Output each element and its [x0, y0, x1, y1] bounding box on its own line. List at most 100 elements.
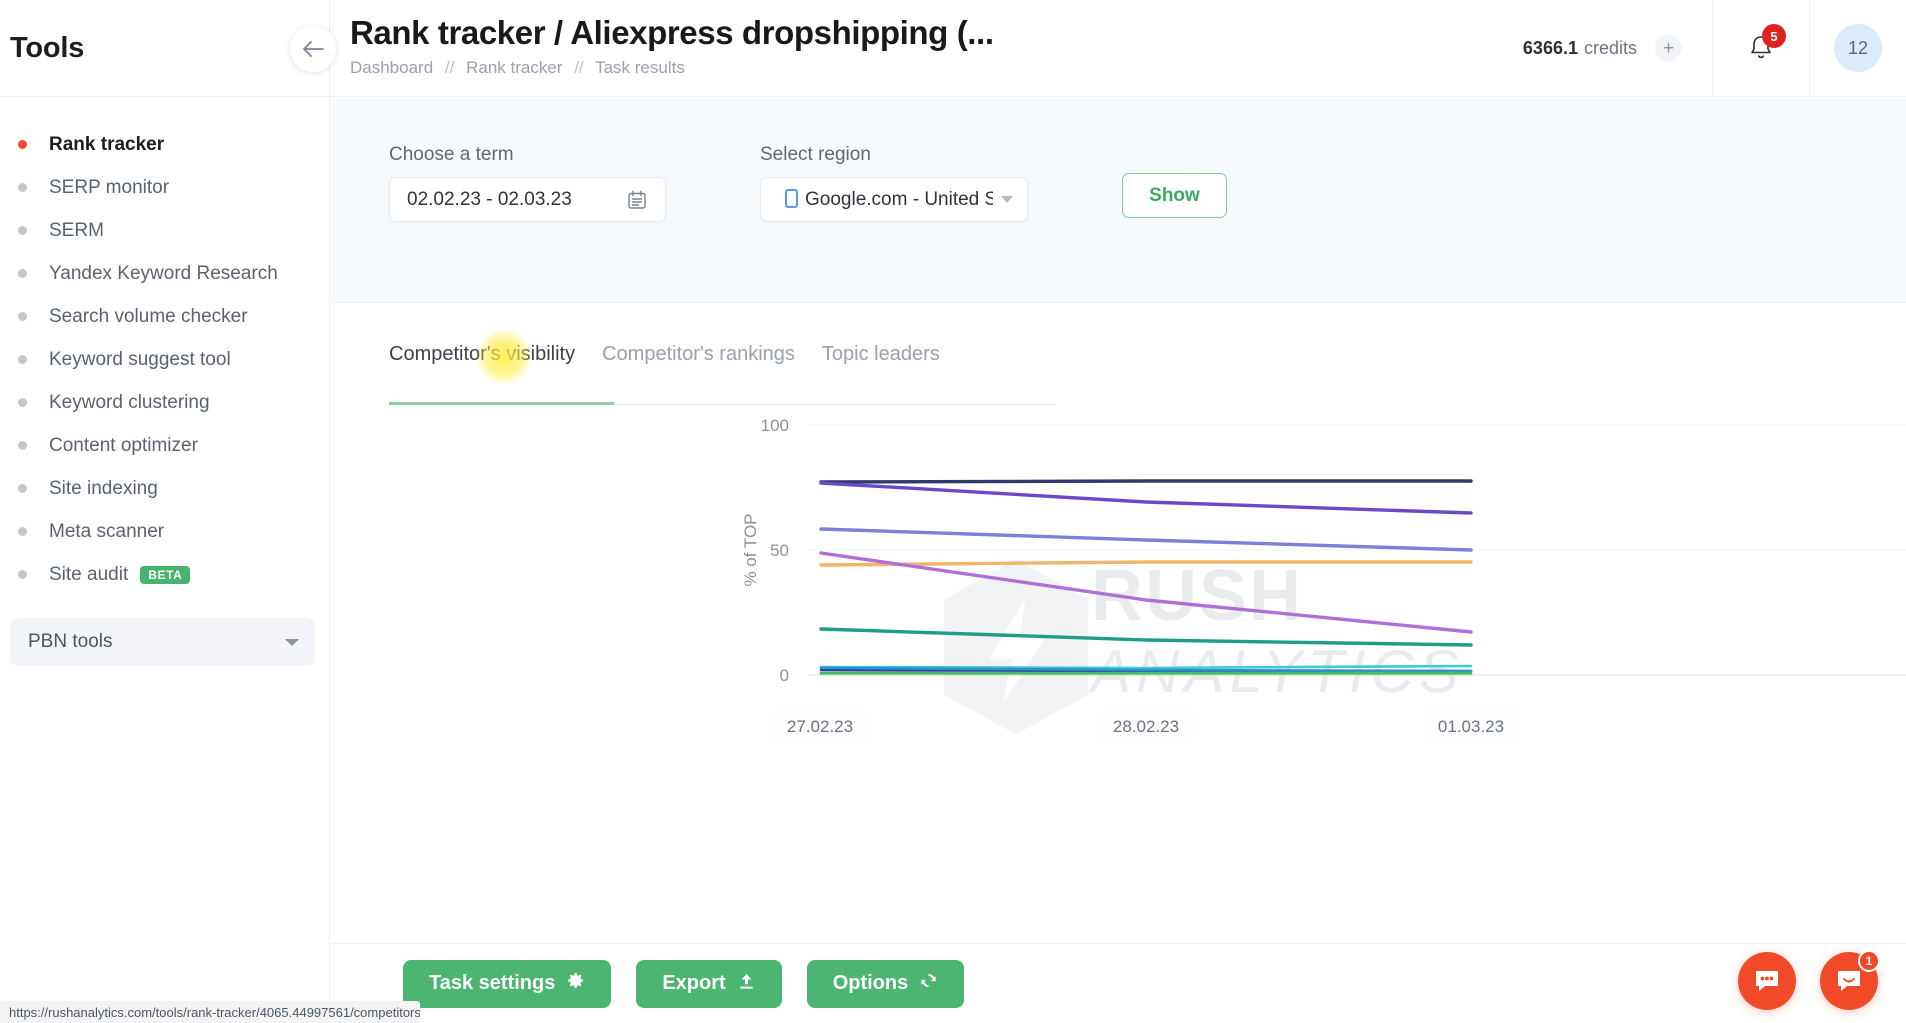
- sidebar-item-label: Site audit: [49, 563, 129, 585]
- breadcrumb-separator: //: [574, 58, 584, 77]
- tab-competitors-rankings[interactable]: Competitor's rankings: [602, 343, 795, 388]
- region-select[interactable]: Google.com - United S...: [760, 177, 1028, 222]
- show-button[interactable]: Show: [1122, 173, 1227, 218]
- options-label: Options: [832, 972, 909, 994]
- chat-button[interactable]: [1738, 952, 1796, 1010]
- sidebar-nav: Rank tracker SERP monitor SERM Yandex Ke…: [0, 97, 329, 596]
- sidebar-item-keyword-clustering[interactable]: Keyword clustering: [0, 381, 329, 424]
- bell-icon: 5: [1748, 24, 1786, 62]
- messenger-badge: 1: [1858, 950, 1880, 972]
- series-shopify-com: [819, 481, 1473, 515]
- back-button[interactable]: [290, 26, 336, 72]
- bullet-icon: [18, 570, 27, 579]
- sidebar-title: Tools: [10, 31, 85, 64]
- gear-icon: [566, 971, 585, 996]
- tab-competitors-visibility[interactable]: Competitor's visibility: [389, 343, 575, 388]
- messenger-button[interactable]: 1: [1820, 950, 1880, 1010]
- chart-xaxis: 27.02.23 28.02.23 01.03.23 02.03.23: [771, 709, 1520, 743]
- term-label: Choose a term: [389, 144, 514, 165]
- sidebar: Tools Rank tracker SERP monitor SERM Yan…: [0, 0, 330, 1023]
- breadcrumb: Dashboard // Rank tracker // Task result…: [350, 58, 1503, 78]
- sidebar-item-label: Keyword suggest tool: [49, 348, 231, 370]
- term-field-group: Choose a term 02.02.23 - 02.03.23: [389, 144, 666, 222]
- sidebar-item-keyword-suggest-tool[interactable]: Keyword suggest tool: [0, 338, 329, 381]
- upload-icon: [737, 971, 756, 996]
- visibility-chart: RUSH ANALYTICS 100 50 0 % of TOP 27.02.2…: [331, 417, 1906, 917]
- export-button[interactable]: Export: [636, 959, 782, 1008]
- chart-series-lines: [819, 479, 1473, 676]
- series-mywifequitherjob-com: [819, 627, 1473, 647]
- series-alitools-io: [819, 479, 1473, 484]
- chevron-down-icon: [1001, 196, 1013, 203]
- svg-text:50: 50: [770, 541, 789, 560]
- calendar-icon: [627, 190, 647, 210]
- credits-block: 6366.1 credits +: [1503, 0, 1712, 96]
- chat-dots-icon: [1756, 971, 1778, 991]
- filters-bar: Choose a term 02.02.23 - 02.03.23 Select…: [331, 98, 1906, 303]
- sidebar-item-yandex-keyword-research[interactable]: Yandex Keyword Research: [0, 252, 329, 295]
- sidebar-item-serm[interactable]: SERM: [0, 209, 329, 252]
- sidebar-item-rank-tracker[interactable]: Rank tracker: [0, 123, 329, 166]
- avatar[interactable]: 12: [1834, 24, 1882, 72]
- sidebar-item-pbn-tools[interactable]: PBN tools: [10, 618, 315, 666]
- credits-value: 6366.1: [1522, 37, 1578, 58]
- sidebar-item-site-audit[interactable]: Site audit BETA: [0, 553, 329, 596]
- bullet-icon: [18, 355, 27, 364]
- breadcrumb-dashboard[interactable]: Dashboard: [350, 58, 433, 77]
- tab-topic-leaders[interactable]: Topic leaders: [822, 343, 940, 388]
- beta-badge: BETA: [140, 565, 191, 584]
- sidebar-item-label: Yandex Keyword Research: [49, 262, 278, 284]
- chart-yaxis-left: 100 50 0: [761, 417, 789, 685]
- footer-actions: Task settings Export Options: [331, 943, 1906, 1023]
- sidebar-item-label: SERM: [49, 219, 104, 241]
- breadcrumb-separator: //: [444, 58, 455, 77]
- bullet-icon: [18, 226, 27, 235]
- sidebar-item-label: SERP monitor: [49, 176, 170, 198]
- region-value-wrap: Google.com - United S...: [785, 188, 993, 211]
- bullet-icon: [18, 527, 27, 536]
- mobile-icon: [785, 188, 798, 208]
- task-settings-button[interactable]: Task settings: [403, 959, 612, 1008]
- breadcrumb-rank-tracker[interactable]: Rank tracker: [466, 58, 562, 77]
- notifications-button[interactable]: 5: [1712, 0, 1810, 96]
- avatar-block: 12: [1810, 0, 1906, 96]
- bullet-icon: [18, 183, 27, 192]
- sidebar-item-meta-scanner[interactable]: Meta scanner: [0, 510, 329, 553]
- sidebar-item-content-optimizer[interactable]: Content optimizer: [0, 424, 329, 467]
- series-autods-com: [819, 560, 1473, 567]
- sidebar-item-label: Content optimizer: [49, 434, 198, 456]
- app-root: Tools Rank tracker SERP monitor SERM Yan…: [0, 0, 1906, 1023]
- messenger-icon: [1838, 971, 1860, 991]
- active-tab-underline: [389, 402, 614, 405]
- series-salehoo-com: [819, 527, 1473, 552]
- credits-label: credits: [1583, 37, 1637, 58]
- sidebar-item-label: Meta scanner: [49, 520, 165, 542]
- sidebar-item-label: Search volume checker: [49, 305, 248, 327]
- region-label: Select region: [760, 144, 871, 165]
- sidebar-item-label: Rank tracker: [49, 133, 165, 155]
- sidebar-item-label: Keyword clustering: [49, 391, 210, 413]
- options-button[interactable]: Options: [806, 959, 965, 1008]
- sidebar-header: Tools: [0, 0, 329, 97]
- main-content: Choose a term 02.02.23 - 02.03.23 Select…: [331, 98, 1906, 943]
- sidebar-item-serp-monitor[interactable]: SERP monitor: [0, 166, 329, 209]
- chart-plot-area: 100 50 0 100 50 0 % of TOP: [741, 417, 1906, 743]
- bullet-icon: [18, 398, 27, 407]
- chevron-down-icon: [285, 638, 299, 646]
- breadcrumb-task-results[interactable]: Task results: [595, 58, 685, 77]
- tabs-bar: Competitor's visibility Competitor's ran…: [389, 329, 1057, 405]
- chart-gridlines: [808, 424, 1906, 676]
- sidebar-item-label: Site indexing: [49, 477, 158, 499]
- bullet-icon: [18, 484, 27, 493]
- bullet-icon: [18, 312, 27, 321]
- bullet-icon: [18, 140, 27, 149]
- svg-text:100: 100: [761, 417, 789, 435]
- region-field-group: Select region Google.com - United S...: [760, 144, 1028, 222]
- sidebar-item-site-indexing[interactable]: Site indexing: [0, 467, 329, 510]
- notification-badge: 5: [1762, 24, 1786, 48]
- date-range-input[interactable]: 02.02.23 - 02.03.23: [389, 177, 666, 222]
- sidebar-item-search-volume-checker[interactable]: Search volume checker: [0, 295, 329, 338]
- add-credits-button[interactable]: +: [1655, 34, 1682, 62]
- browser-status-bar: https://rushanalytics.com/tools/rank-tra…: [0, 1001, 420, 1023]
- page-title: Rank tracker / Aliexpress dropshipping (…: [350, 14, 994, 51]
